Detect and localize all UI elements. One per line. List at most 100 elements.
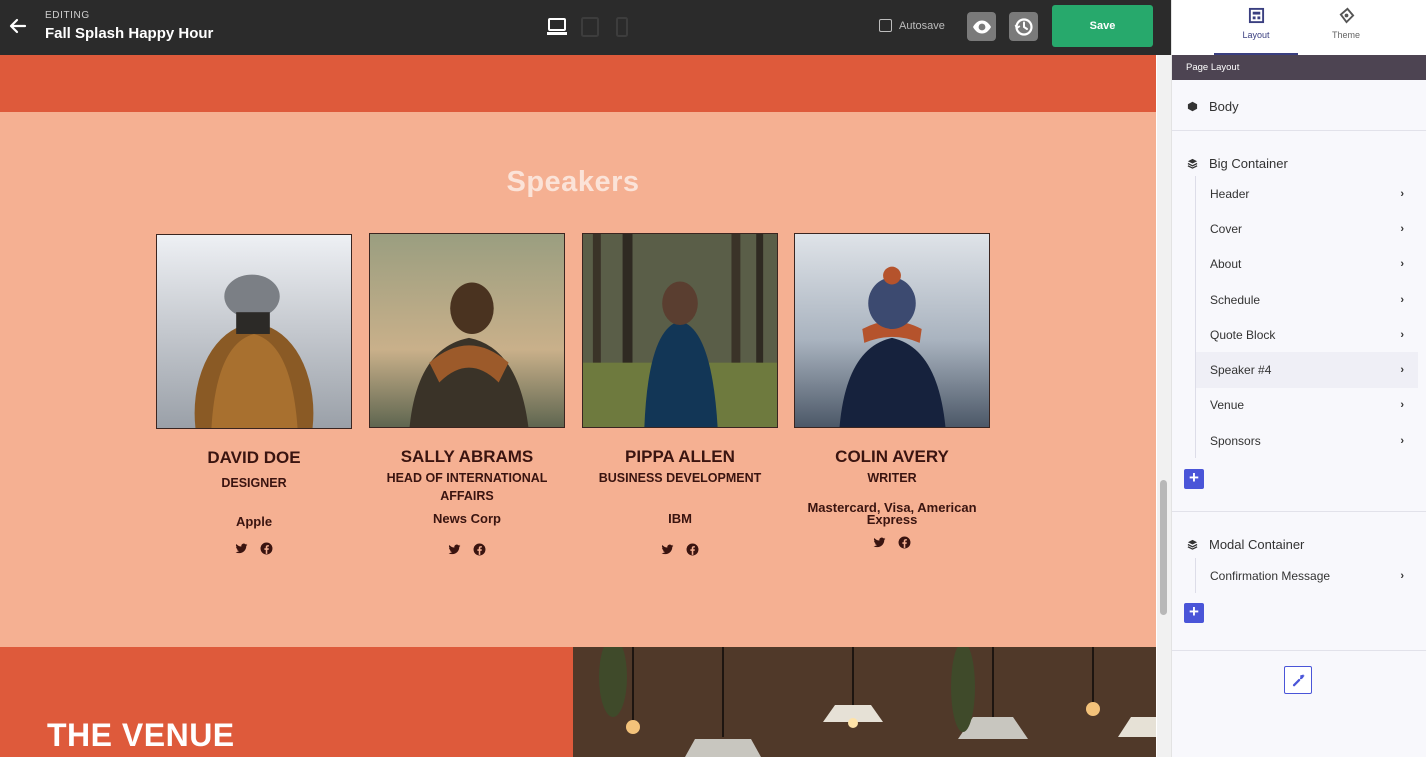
add-modal-button[interactable]: + xyxy=(1184,603,1204,623)
cube-icon xyxy=(1187,101,1198,111)
chevron-right-icon: › xyxy=(1400,364,1404,377)
chevron-right-icon: › xyxy=(1400,434,1404,447)
layout-item-label: Schedule xyxy=(1210,292,1261,307)
speaker-role: BUSINESS DEVELOPMENT xyxy=(598,471,762,485)
facebook-icon[interactable] xyxy=(686,543,699,556)
big-container-children: Header › Cover › About › Schedule › Quote Bl… xyxy=(1195,176,1418,459)
preview-button[interactable] xyxy=(967,12,996,41)
page-layout-header: Page Layout xyxy=(1172,55,1426,80)
add-section-button[interactable]: + xyxy=(1184,469,1204,489)
autosave-checkbox[interactable] xyxy=(879,19,892,32)
layout-item-label: Quote Block xyxy=(1210,327,1276,342)
speaker-card[interactable]: SALLY ABRAMS HEAD OF INTERNATIONAL AFFAI… xyxy=(369,233,565,556)
chevron-right-icon: › xyxy=(1400,569,1404,582)
layout-item-about[interactable]: About › xyxy=(1196,247,1418,282)
twitter-icon[interactable] xyxy=(235,542,248,555)
venue-photo xyxy=(573,647,1156,757)
speaker-card[interactable]: PIPPA ALLEN BUSINESS DEVELOPMENT IBM xyxy=(582,233,778,556)
modal-container-label: Modal Container xyxy=(1209,536,1305,552)
page-title: Fall Splash Happy Hour xyxy=(45,25,214,42)
speaker-company: Mastercard, Visa, American Express xyxy=(807,500,977,527)
layout-item-label: Header xyxy=(1210,186,1250,201)
chevron-right-icon: › xyxy=(1400,399,1404,412)
divider xyxy=(1172,511,1426,512)
twitter-icon[interactable] xyxy=(661,543,674,556)
big-container-group[interactable]: Big Container xyxy=(1172,153,1426,173)
speaker-role: DESIGNER xyxy=(221,476,287,490)
layout-item-cover[interactable]: Cover › xyxy=(1196,211,1418,246)
speaker-name: DAVID DOE xyxy=(207,448,301,467)
tablet-view-icon[interactable] xyxy=(580,16,600,38)
editing-label: EDITING xyxy=(45,10,90,21)
layers-icon xyxy=(1187,158,1198,169)
modal-container-children: Confirmation Message › xyxy=(1195,558,1418,594)
tab-theme[interactable]: Theme xyxy=(1304,0,1388,55)
tab-layout[interactable]: Layout xyxy=(1214,0,1298,55)
layout-item-quote-block[interactable]: Quote Block › xyxy=(1196,317,1418,352)
speakers-heading: Speakers xyxy=(506,166,640,198)
tab-theme-label: Theme xyxy=(1331,30,1360,40)
divider xyxy=(1172,650,1426,651)
autosave-toggle[interactable]: Autosave xyxy=(879,19,945,32)
speaker-role: WRITER xyxy=(867,471,917,485)
layout-item-label: Sponsors xyxy=(1210,433,1261,448)
layout-item-schedule[interactable]: Schedule › xyxy=(1196,282,1418,317)
layout-item-label: Speaker #4 xyxy=(1210,363,1272,378)
divider xyxy=(1172,130,1426,131)
chevron-right-icon: › xyxy=(1400,258,1404,271)
page-canvas: Speakers DAVID DOE DESIGNER Apple SALLY … xyxy=(0,55,1156,757)
settings-wrench-button[interactable] xyxy=(1284,666,1312,694)
history-icon xyxy=(1014,17,1033,36)
body-group[interactable]: Body xyxy=(1172,96,1426,116)
speaker-photo xyxy=(369,233,565,428)
big-container-label: Big Container xyxy=(1209,155,1288,171)
layout-item-confirmation-message[interactable]: Confirmation Message › xyxy=(1196,558,1418,593)
speaker-photo xyxy=(582,233,778,428)
layout-item-label: About xyxy=(1210,257,1242,272)
back-arrow-icon[interactable] xyxy=(8,16,28,36)
speaker-company: IBM xyxy=(668,511,692,526)
editor-topbar: EDITING Fall Splash Happy Hour Autosave … xyxy=(0,0,1171,55)
panel-tabs: Layout Theme xyxy=(1172,0,1426,55)
facebook-icon[interactable] xyxy=(898,536,911,549)
speaker-name: COLIN AVERY xyxy=(835,447,949,466)
layout-item-venue[interactable]: Venue › xyxy=(1196,388,1418,423)
speaker-photo xyxy=(156,234,352,429)
facebook-icon[interactable] xyxy=(260,542,273,555)
body-label: Body xyxy=(1209,98,1239,114)
layout-tree: Body Big Container Header › Cover › About ›… xyxy=(1172,80,1426,757)
modal-container-group[interactable]: Modal Container xyxy=(1172,534,1426,554)
twitter-icon[interactable] xyxy=(448,543,461,556)
canvas-scrollbar[interactable] xyxy=(1157,55,1171,757)
save-button[interactable]: Save xyxy=(1052,5,1153,47)
history-button[interactable] xyxy=(1009,12,1038,41)
venue-heading: THE VENUE xyxy=(47,717,235,753)
layout-item-label: Confirmation Message xyxy=(1210,568,1331,583)
tab-layout-label: Layout xyxy=(1242,30,1270,40)
eye-icon xyxy=(972,20,991,33)
layout-item-label: Cover xyxy=(1210,221,1243,236)
speaker-card[interactable]: DAVID DOE DESIGNER Apple xyxy=(156,234,352,555)
chevron-right-icon: › xyxy=(1400,187,1404,200)
layout-icon xyxy=(1248,7,1264,24)
speaker-company: Apple xyxy=(235,514,273,529)
layout-item-speaker-4[interactable]: Speaker #4 › xyxy=(1196,352,1418,388)
chevron-right-icon: › xyxy=(1400,222,1404,235)
layout-item-sponsors[interactable]: Sponsors › xyxy=(1196,423,1418,458)
speaker-card[interactable]: COLIN AVERY WRITER Mastercard, Visa, Ame… xyxy=(794,233,990,549)
autosave-label: Autosave xyxy=(899,19,945,32)
theme-icon xyxy=(1339,7,1354,24)
facebook-icon[interactable] xyxy=(473,543,486,556)
speaker-photo xyxy=(794,233,990,428)
desktop-view-icon[interactable] xyxy=(546,16,568,38)
speaker-role: HEAD OF INTERNATIONAL AFFAIRS xyxy=(386,471,548,503)
wrench-icon xyxy=(1292,674,1305,687)
twitter-icon[interactable] xyxy=(873,536,886,549)
chevron-right-icon: › xyxy=(1400,328,1404,341)
scrollbar-thumb[interactable] xyxy=(1160,480,1167,615)
chevron-right-icon: › xyxy=(1400,293,1404,306)
layout-item-header[interactable]: Header › xyxy=(1196,176,1418,211)
orange-section-strip xyxy=(0,55,1156,112)
layout-panel: Layout Theme Page Layout Body Big Contai… xyxy=(1171,0,1426,757)
mobile-view-icon[interactable] xyxy=(615,16,629,38)
